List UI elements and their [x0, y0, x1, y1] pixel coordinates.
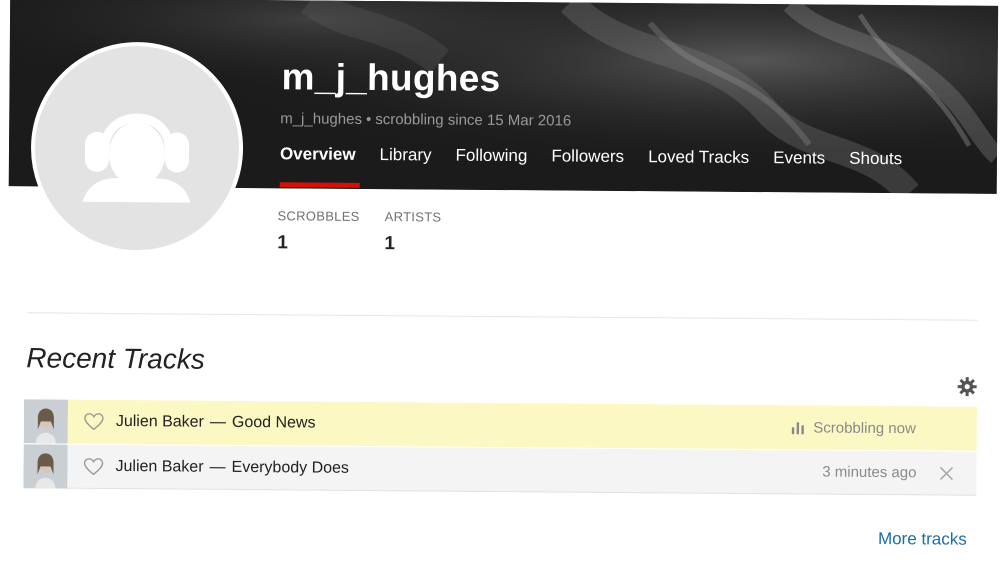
gear-icon[interactable] [957, 377, 977, 397]
artist-photo [23, 443, 68, 489]
track-artist[interactable]: Julien Baker [116, 413, 204, 431]
section-divider [27, 312, 978, 321]
stat-label: ARTISTS [384, 209, 442, 225]
tab-shouts[interactable]: Shouts [849, 149, 902, 185]
track-title[interactable]: Everybody Does [232, 458, 350, 476]
track-status-label: Scrobbling now [813, 418, 916, 437]
profile-subline: m_j_hughes • scrobbling since 15 Mar 2016 [280, 110, 571, 129]
recent-tracks-title: Recent Tracks [26, 342, 205, 375]
stat-artists[interactable]: ARTISTS 1 [384, 209, 441, 255]
stat-value: 1 [384, 233, 396, 255]
profile-nav: Overview Library Following Followers Lov… [280, 144, 926, 185]
track-timestamp: 3 minutes ago [822, 463, 917, 482]
subline-separator: • [365, 110, 372, 128]
avatar[interactable] [30, 41, 244, 255]
track-separator: — [209, 458, 226, 476]
artist-photo [23, 399, 69, 444]
tab-loved-tracks[interactable]: Loved Tracks [648, 147, 749, 184]
more-tracks-link[interactable]: More tracks [878, 529, 967, 550]
tab-overview[interactable]: Overview [280, 144, 356, 181]
track-title[interactable]: Good News [232, 414, 316, 432]
profile-page: m_j_hughes m_j_hughes • scrobbling since 1… [0, 0, 1000, 563]
headphones-avatar-icon [82, 113, 191, 203]
track-name[interactable]: Julien Baker — Good News [116, 413, 792, 436]
stat-scrobbles[interactable]: SCROBBLES 1 [277, 208, 360, 255]
track-row[interactable]: Julien Baker — Good News Scrobbling now [23, 399, 978, 451]
tab-following[interactable]: Following [455, 146, 527, 183]
profile-stats: SCROBBLES 1 ARTISTS 1 [277, 208, 466, 255]
tab-events[interactable]: Events [773, 148, 825, 184]
subline-username: m_j_hughes [280, 110, 363, 128]
heart-icon[interactable] [84, 413, 104, 431]
track-artist[interactable]: Julien Baker [115, 457, 203, 475]
track-status: Scrobbling now [791, 419, 916, 437]
heart-icon[interactable] [83, 457, 104, 475]
tab-library[interactable]: Library [379, 145, 432, 181]
track-row[interactable]: Julien Baker — Everybody Does 3 minutes ag… [23, 443, 977, 496]
album-thumbnail[interactable] [23, 443, 68, 489]
bars-icon [792, 422, 805, 435]
close-icon[interactable] [938, 465, 954, 481]
subline-since: scrobbling since 15 Mar 2016 [375, 111, 572, 130]
stat-value: 1 [277, 232, 288, 254]
album-thumbnail[interactable] [23, 399, 69, 444]
stat-label: SCROBBLES [277, 208, 360, 224]
track-status: 3 minutes ago [822, 464, 916, 482]
active-tab-indicator [279, 182, 360, 188]
track-separator: — [209, 413, 226, 431]
tab-followers[interactable]: Followers [551, 146, 624, 183]
page-title: m_j_hughes [281, 56, 501, 99]
track-name[interactable]: Julien Baker — Everybody Does [115, 457, 822, 481]
